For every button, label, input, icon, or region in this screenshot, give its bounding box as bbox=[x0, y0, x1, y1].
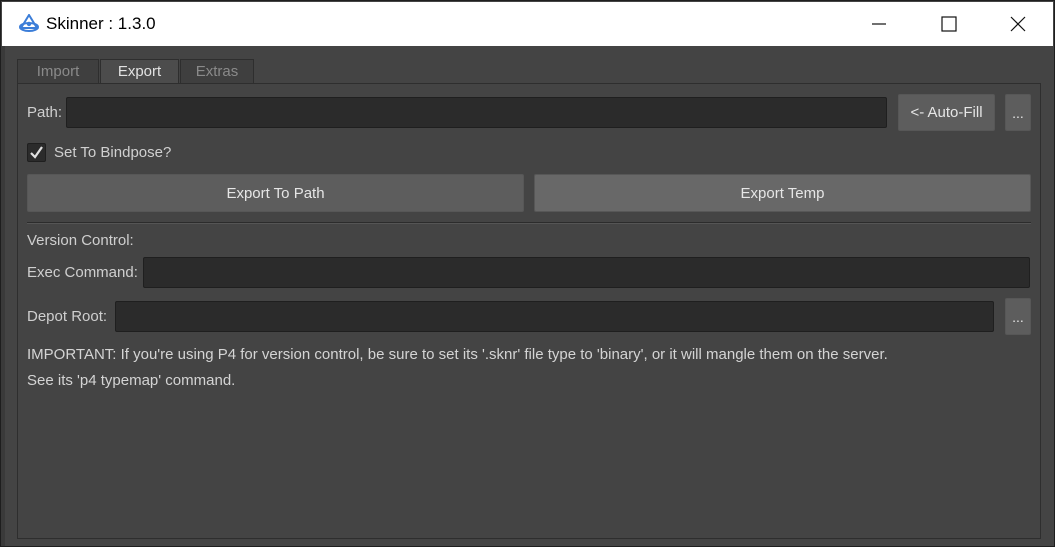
exec-command-input[interactable] bbox=[143, 257, 1030, 288]
tab-extras[interactable]: Extras bbox=[180, 59, 254, 84]
tab-export[interactable]: Export bbox=[100, 59, 179, 84]
close-icon bbox=[1010, 16, 1026, 32]
p4-typemap-note: See its 'p4 typemap' command. bbox=[27, 372, 236, 389]
bindpose-label[interactable]: Set To Bindpose? bbox=[54, 144, 171, 161]
depot-browse-button[interactable]: ... bbox=[1005, 298, 1031, 335]
minimize-button[interactable] bbox=[844, 2, 914, 46]
export-to-path-button[interactable]: Export To Path bbox=[27, 174, 524, 212]
window-left-edge bbox=[1, 46, 5, 546]
title-bar[interactable]: Skinner : 1.3.0 bbox=[2, 2, 1053, 46]
path-label: Path: bbox=[27, 104, 63, 121]
path-input[interactable] bbox=[66, 97, 887, 128]
auto-fill-button[interactable]: <- Auto-Fill bbox=[898, 94, 995, 131]
section-divider bbox=[27, 222, 1031, 224]
maximize-icon bbox=[941, 16, 957, 32]
window-title: Skinner : 1.3.0 bbox=[46, 14, 156, 33]
version-control-heading: Version Control: bbox=[27, 232, 134, 249]
export-temp-button[interactable]: Export Temp bbox=[534, 174, 1031, 212]
path-browse-button[interactable]: ... bbox=[1005, 94, 1031, 131]
p4-important-note: IMPORTANT: If you're using P4 for versio… bbox=[27, 346, 888, 363]
minimize-icon bbox=[872, 23, 886, 25]
maximize-button[interactable] bbox=[914, 2, 984, 46]
depot-root-label: Depot Root: bbox=[27, 308, 108, 325]
bindpose-checkbox[interactable] bbox=[27, 143, 46, 162]
exec-command-label: Exec Command: bbox=[27, 264, 138, 281]
skinner-app-icon bbox=[19, 14, 39, 32]
checkmark-icon bbox=[30, 146, 43, 159]
skinner-window: Skinner : 1.3.0 Import Export Extras Pat… bbox=[0, 0, 1055, 547]
depot-root-input[interactable] bbox=[115, 301, 994, 332]
tab-import[interactable]: Import bbox=[17, 59, 99, 84]
close-button[interactable] bbox=[983, 2, 1053, 46]
